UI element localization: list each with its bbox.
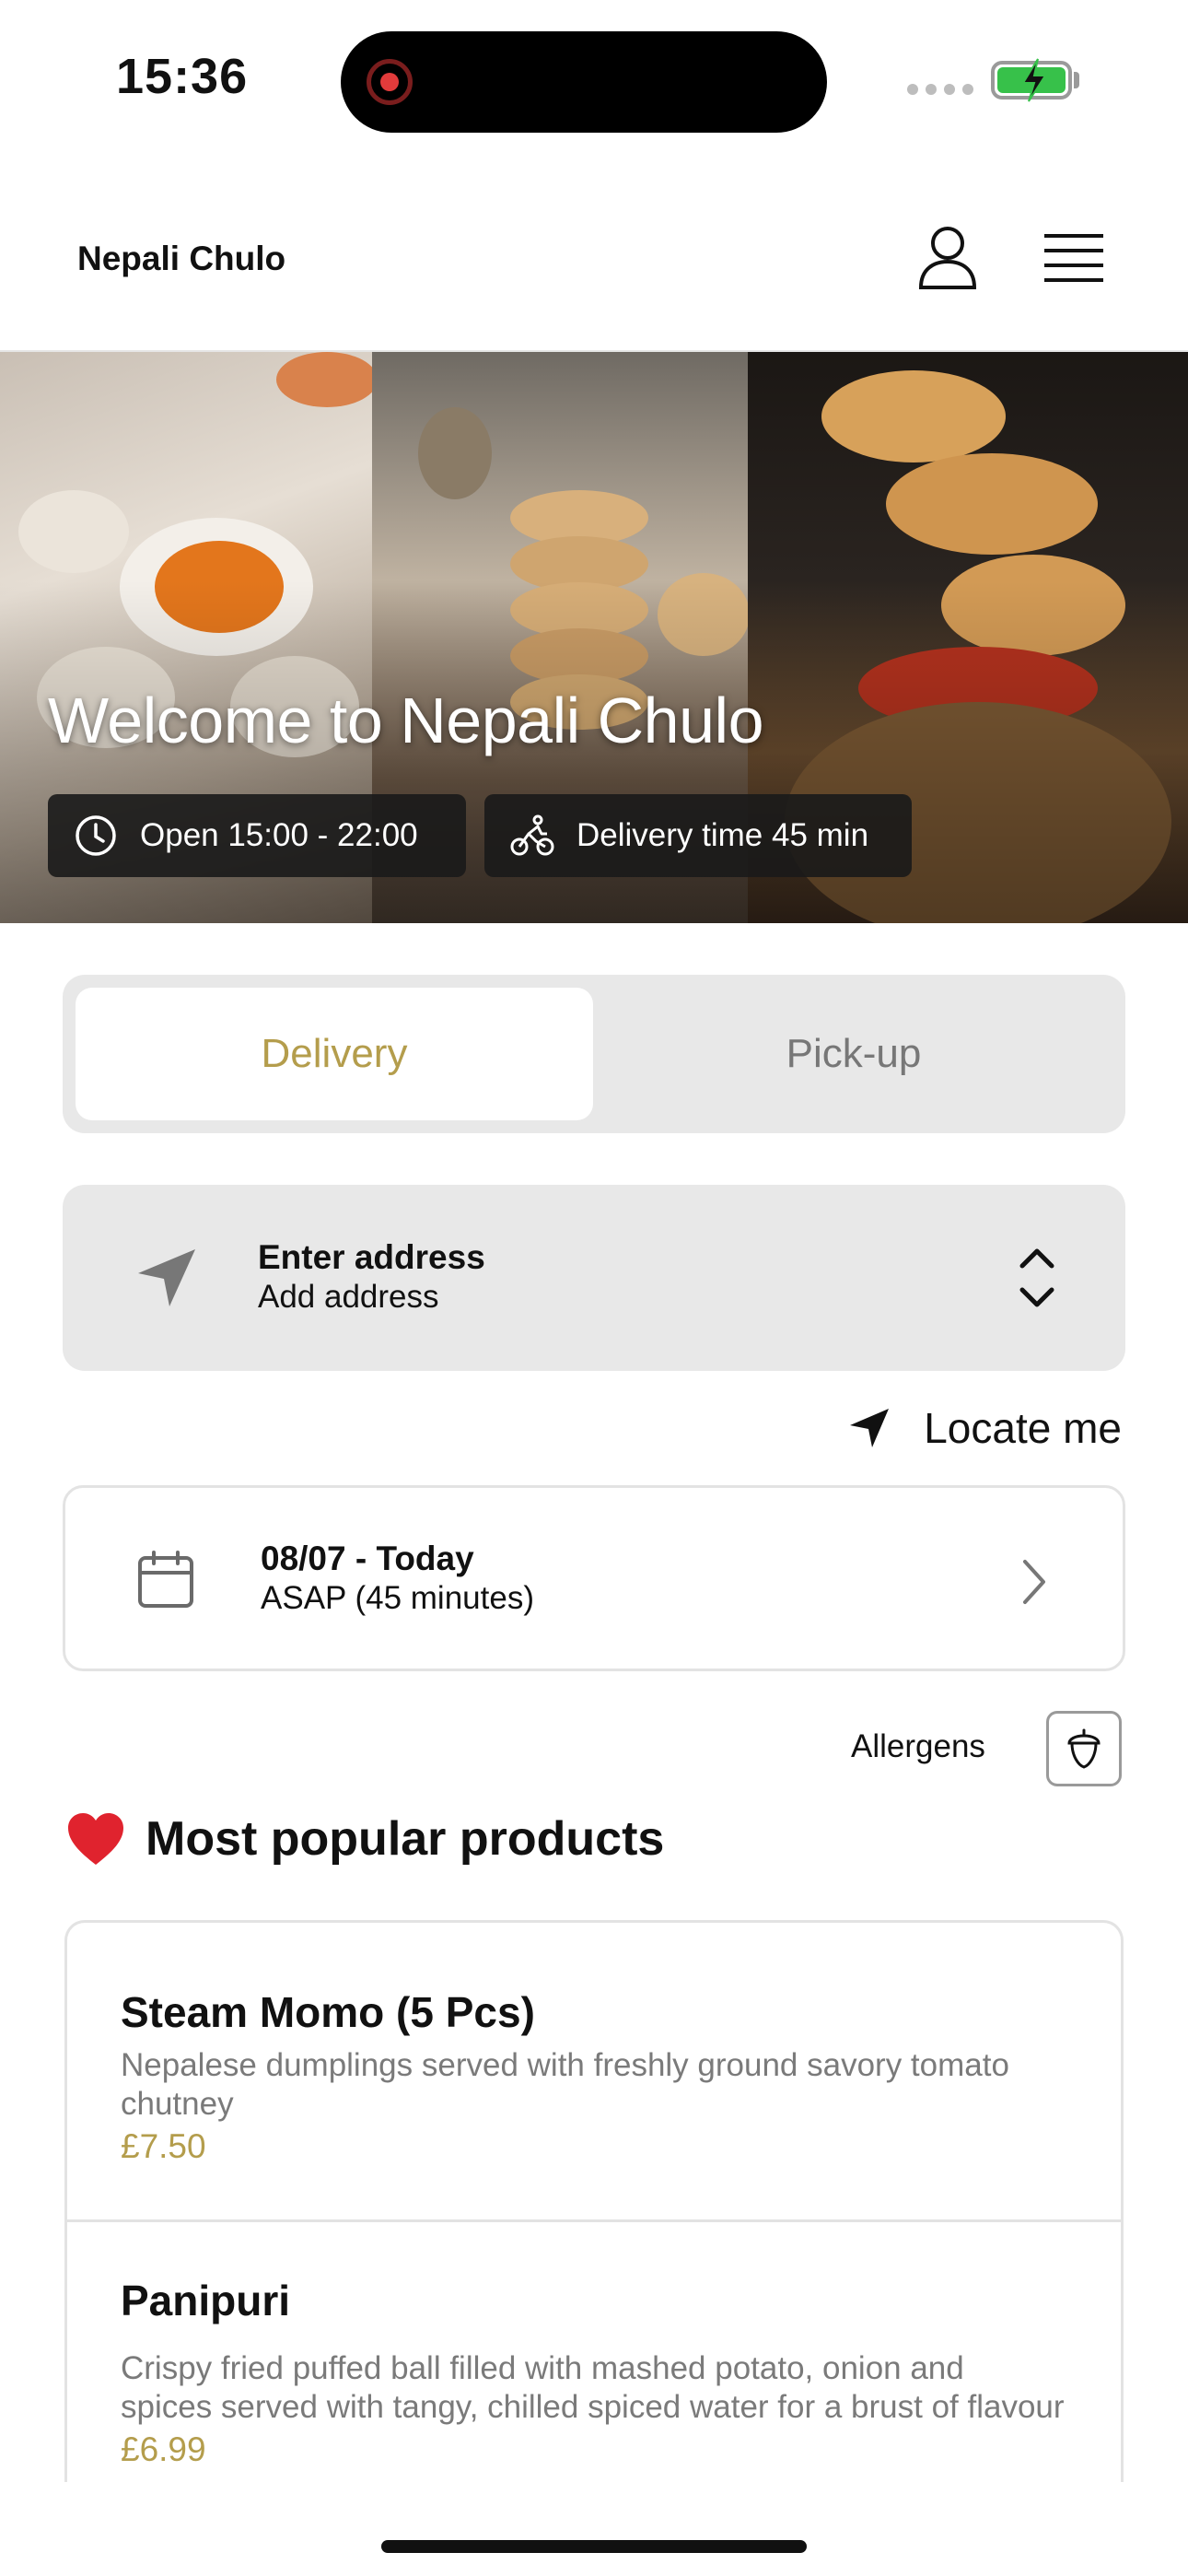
heart-icon [68,1813,123,1865]
dynamic-island [341,31,827,133]
schedule-date: 08/07 - Today [261,1540,474,1577]
calendar-icon [138,1551,193,1608]
product-description: Nepalese dumplings served with freshly g… [121,2047,1009,2122]
address-title: Enter address [258,1238,485,1276]
product-description: Crispy fried puffed ball filled with mas… [121,2349,1067,2427]
hamburger-menu-icon[interactable] [1044,230,1103,286]
popular-products-title: Most popular products [146,1812,665,1866]
locate-me-button[interactable]: Locate me [848,1400,1122,1456]
clock-icon [76,815,116,856]
delivery-time-badge: Delivery time 45 min [484,794,912,877]
address-subtitle: Add address [258,1279,439,1315]
order-mode-toggle: Delivery Pick-up [63,975,1125,1133]
bike-courier-icon [510,814,554,856]
charging-bolt-icon [1021,58,1047,102]
product-card[interactable]: Panipuri Crispy fried puffed ball filled… [67,2222,1121,2482]
status-time: 15:36 [116,49,249,104]
delivery-time-text: Delivery time 45 min [577,817,869,853]
opening-hours-badge: Open 15:00 - 22:00 [48,794,466,877]
allergens-button[interactable] [1046,1711,1122,1786]
product-price: £6.99 [121,2430,206,2468]
schedule-selector[interactable]: 08/07 - Today ASAP (45 minutes) [63,1485,1125,1671]
location-arrow-icon [850,1409,890,1447]
chevron-right-icon [1023,1560,1045,1604]
popular-products-heading: Most popular products [66,1811,664,1867]
recording-icon [367,59,413,105]
allergens-label: Allergens [851,1728,985,1764]
hero-title: Welcome to Nepali Chulo [48,685,764,756]
locate-me-label: Locate me [924,1404,1122,1452]
product-name: Steam Momo (5 Pcs) [121,1988,535,2036]
battery-cap [1074,72,1079,88]
acorn-icon [1067,1728,1101,1769]
brand-name[interactable]: Nepali Chulo [77,240,285,278]
app-header: Nepali Chulo [0,166,1188,352]
home-indicator[interactable] [381,2540,807,2553]
schedule-time: ASAP (45 minutes) [261,1580,534,1616]
navigation-arrow-icon [138,1249,195,1306]
product-price: £7.50 [121,2127,206,2165]
hero-banner: Welcome to Nepali Chulo Open 15:00 - 22:… [0,352,1188,923]
user-account-icon[interactable] [917,225,978,289]
tab-delivery[interactable]: Delivery [76,988,593,1120]
status-bar: 15:36 [0,0,1188,166]
product-name: Panipuri [121,2277,291,2324]
product-description-line: Crispy fried puffed ball filled with mas… [121,2350,964,2386]
chevron-up-down-icon [1019,1248,1054,1307]
product-list: Steam Momo (5 Pcs) Nepalese dumplings se… [64,1920,1124,2482]
signal-icon [907,83,981,100]
tab-pickup[interactable]: Pick-up [595,988,1112,1120]
product-card[interactable]: Steam Momo (5 Pcs) Nepalese dumplings se… [67,1923,1121,2222]
product-description-line: spices served with tangy, chilled spiced… [121,2389,1065,2425]
address-selector[interactable]: Enter address Add address [63,1185,1125,1371]
opening-hours-text: Open 15:00 - 22:00 [140,817,418,853]
